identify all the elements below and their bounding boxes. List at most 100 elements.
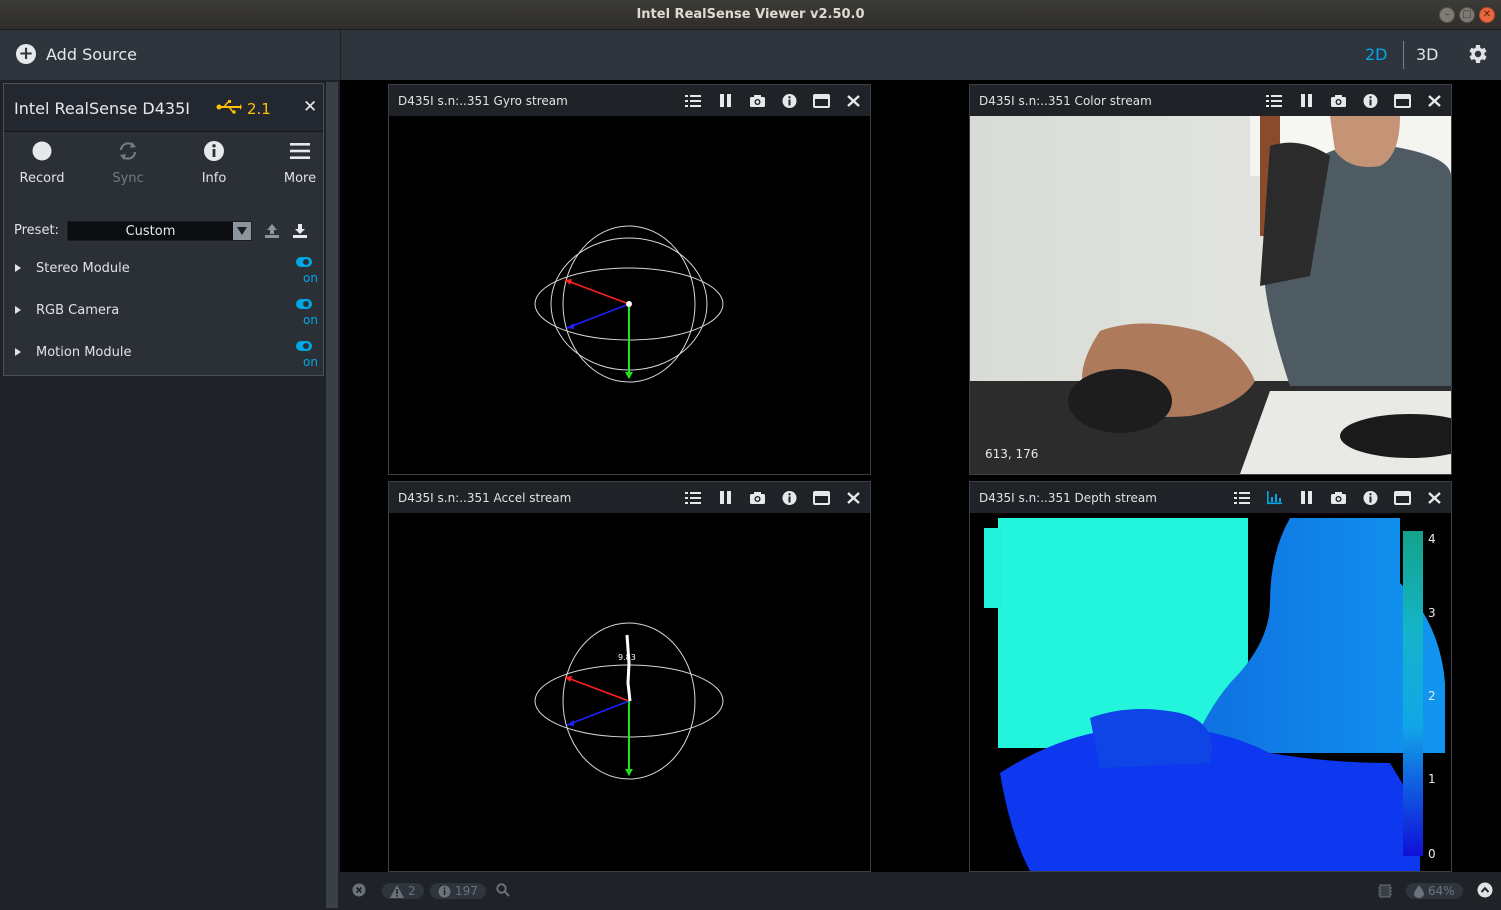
close-icon[interactable] bbox=[1426, 490, 1443, 506]
expand-icon[interactable] bbox=[15, 348, 21, 356]
maximize-stream-icon[interactable] bbox=[813, 490, 830, 506]
scale-tick: 0 bbox=[1428, 847, 1436, 861]
close-icon[interactable] bbox=[1426, 93, 1443, 109]
maximize-stream-icon[interactable] bbox=[1394, 93, 1411, 109]
warnings-badge[interactable]: 2 bbox=[382, 883, 424, 899]
camera-icon[interactable] bbox=[749, 490, 766, 506]
view-3d-button[interactable]: 3D bbox=[1416, 45, 1439, 64]
stream-title: D435I s.n:..351 Gyro stream bbox=[398, 94, 568, 108]
maximize-stream-icon[interactable] bbox=[1394, 490, 1411, 506]
add-source-label: Add Source bbox=[46, 44, 138, 64]
preset-dropdown[interactable]: Custom bbox=[67, 221, 252, 241]
list-icon[interactable] bbox=[685, 490, 702, 506]
chevron-down-icon[interactable] bbox=[233, 222, 251, 240]
maximize-icon[interactable]: □ bbox=[1459, 7, 1475, 23]
info-badge[interactable]: 197 bbox=[430, 883, 486, 899]
info-icon[interactable] bbox=[781, 490, 798, 506]
info-icon[interactable] bbox=[1362, 490, 1379, 506]
stream-header: D435I s.n:..351 Gyro stream bbox=[389, 85, 870, 116]
topbar-left: + Add Source bbox=[0, 30, 340, 80]
upload-icon[interactable] bbox=[264, 223, 280, 239]
gpu-usage-value: 64% bbox=[1428, 884, 1455, 898]
add-source-button[interactable]: + Add Source bbox=[16, 44, 137, 64]
module-toggle[interactable] bbox=[296, 341, 312, 351]
search-log-button[interactable] bbox=[496, 883, 510, 897]
preset-value: Custom bbox=[125, 224, 176, 239]
histogram-icon[interactable] bbox=[1266, 490, 1283, 506]
cpu-indicator bbox=[1378, 883, 1392, 899]
camera-icon[interactable] bbox=[1330, 93, 1347, 109]
stream-view[interactable]: 613, 176 bbox=[970, 116, 1451, 474]
info-icon[interactable] bbox=[781, 93, 798, 109]
info-icon[interactable] bbox=[1362, 93, 1379, 109]
close-window-icon[interactable]: ✕ bbox=[1479, 7, 1495, 23]
close-icon[interactable] bbox=[845, 490, 862, 506]
module-stereo[interactable]: Stereo Module on bbox=[4, 257, 323, 297]
pause-icon[interactable] bbox=[717, 93, 734, 109]
camera-icon[interactable] bbox=[1330, 490, 1347, 506]
usb-icon bbox=[216, 100, 242, 114]
minimize-icon[interactable]: – bbox=[1439, 7, 1455, 23]
module-state: on bbox=[303, 355, 318, 369]
droplet-icon bbox=[1414, 884, 1424, 898]
expand-icon[interactable] bbox=[15, 264, 21, 272]
preset-label: Preset: bbox=[14, 223, 59, 238]
gear-icon[interactable] bbox=[1465, 42, 1489, 66]
warnings-count: 2 bbox=[408, 884, 416, 898]
sync-label: Sync bbox=[112, 171, 144, 186]
stream-title: D435I s.n:..351 Accel stream bbox=[398, 491, 572, 505]
stream-panel-depth: D435I s.n:..351 Depth stream 4 3 2 1 0 bbox=[969, 481, 1452, 872]
expand-icon[interactable] bbox=[15, 306, 21, 314]
stream-view[interactable] bbox=[389, 116, 870, 474]
list-icon[interactable] bbox=[1266, 93, 1283, 109]
info-button[interactable]: Info bbox=[179, 140, 249, 186]
record-icon bbox=[32, 141, 52, 161]
stream-header: D435I s.n:..351 Color stream bbox=[970, 85, 1451, 116]
info-icon bbox=[438, 885, 451, 897]
stream-view[interactable]: 9.83 bbox=[389, 513, 870, 871]
list-icon[interactable] bbox=[1234, 490, 1251, 506]
module-state: on bbox=[303, 313, 318, 327]
module-toggle[interactable] bbox=[296, 257, 312, 267]
scale-tick: 1 bbox=[1428, 772, 1436, 786]
warning-icon bbox=[390, 884, 404, 898]
motion-gizmo: 9.83 bbox=[534, 622, 724, 780]
more-button[interactable]: More bbox=[265, 140, 335, 186]
stream-panel-gyro: D435I s.n:..351 Gyro stream bbox=[388, 84, 871, 475]
close-device-icon[interactable]: ✕ bbox=[303, 97, 317, 117]
view-2d-button[interactable]: 2D bbox=[1365, 45, 1388, 64]
pause-icon[interactable] bbox=[717, 490, 734, 506]
scale-tick: 4 bbox=[1428, 532, 1436, 546]
expand-log-button[interactable] bbox=[1477, 882, 1493, 898]
left-panel-scrollbar[interactable] bbox=[326, 82, 338, 908]
motion-gizmo bbox=[534, 225, 724, 383]
module-rgb[interactable]: RGB Camera on bbox=[4, 299, 323, 339]
sync-icon bbox=[119, 142, 137, 160]
maximize-stream-icon[interactable] bbox=[813, 93, 830, 109]
record-label: Record bbox=[19, 171, 65, 186]
info-count: 197 bbox=[455, 884, 478, 898]
chevron-up-icon bbox=[1477, 882, 1493, 898]
chip-icon bbox=[1378, 884, 1392, 898]
module-motion[interactable]: Motion Module on bbox=[4, 341, 323, 381]
stream-header: D435I s.n:..351 Accel stream bbox=[389, 482, 870, 513]
pause-icon[interactable] bbox=[1298, 490, 1315, 506]
close-circle-icon bbox=[352, 883, 366, 897]
module-label: Stereo Module bbox=[36, 261, 130, 276]
pause-icon[interactable] bbox=[1298, 93, 1315, 109]
close-icon[interactable] bbox=[845, 93, 862, 109]
search-icon bbox=[496, 883, 510, 897]
scale-tick: 3 bbox=[1428, 606, 1436, 620]
module-label: Motion Module bbox=[36, 345, 132, 360]
download-icon[interactable] bbox=[292, 223, 308, 239]
record-button[interactable]: Record bbox=[7, 140, 77, 186]
list-icon[interactable] bbox=[685, 93, 702, 109]
module-toggle[interactable] bbox=[296, 299, 312, 309]
stream-view[interactable]: 4 3 2 1 0 bbox=[970, 513, 1451, 871]
sync-button[interactable]: Sync bbox=[93, 140, 163, 186]
topbar-right: 2D 3D bbox=[340, 30, 1501, 80]
info-label: Info bbox=[201, 171, 227, 186]
camera-icon[interactable] bbox=[749, 93, 766, 109]
stream-panel-accel: D435I s.n:..351 Accel stream 9.83 bbox=[388, 481, 871, 872]
clear-log-button[interactable] bbox=[352, 883, 366, 897]
